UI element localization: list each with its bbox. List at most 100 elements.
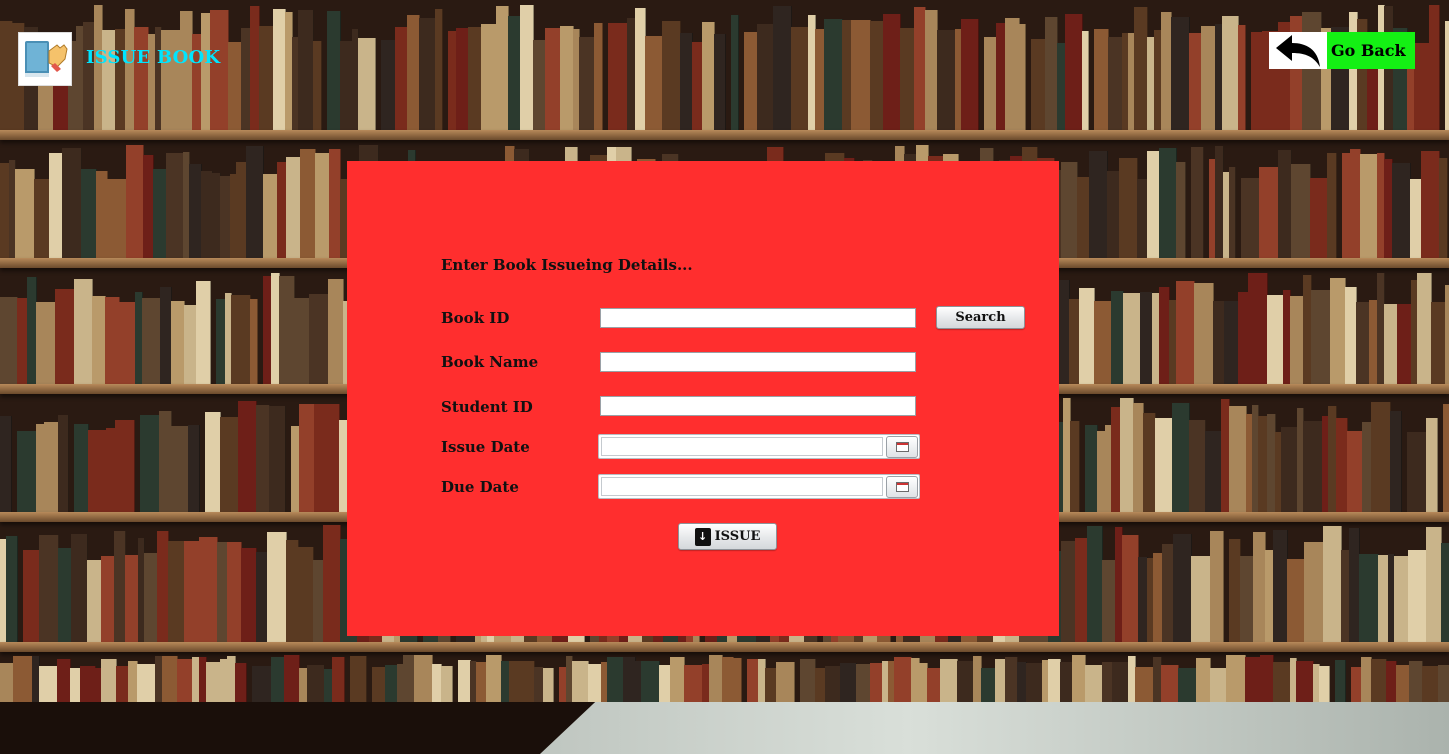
book-spine	[1123, 293, 1141, 386]
book-spine	[608, 23, 628, 132]
book-spine	[1210, 668, 1227, 702]
book-spine	[81, 169, 97, 260]
book-spine	[1296, 661, 1314, 702]
book-spine	[284, 655, 300, 702]
book-spine	[1371, 402, 1391, 514]
book-spine	[126, 145, 144, 260]
book-spine	[1026, 663, 1043, 702]
book-spine	[0, 663, 14, 702]
book-spine	[800, 659, 816, 702]
book-spine	[545, 28, 561, 132]
book-spine	[543, 668, 554, 702]
book-spine	[1061, 162, 1078, 260]
book-spine	[162, 656, 178, 702]
book-spine	[62, 148, 82, 260]
book-spine	[228, 42, 242, 132]
issue-date-calendar-button[interactable]	[886, 436, 918, 458]
book-spine	[101, 556, 115, 644]
book-spine	[1281, 427, 1298, 514]
book-spine	[327, 11, 341, 132]
book-spine	[1384, 304, 1398, 386]
book-spine	[894, 657, 912, 702]
book-spine	[1438, 665, 1449, 702]
book-id-input[interactable]	[600, 308, 916, 328]
book-spine	[825, 666, 841, 702]
book-spine	[74, 424, 89, 514]
book-spine	[435, 9, 443, 132]
book-spine	[937, 30, 956, 132]
book-spine	[731, 15, 739, 132]
book-spine	[714, 34, 726, 132]
book-spine	[1359, 554, 1379, 644]
book-spine	[184, 541, 200, 644]
due-date-calendar-button[interactable]	[886, 476, 918, 498]
book-spine	[206, 662, 221, 702]
book-spine	[381, 40, 396, 132]
book-spine	[168, 541, 185, 644]
issue-date-picker	[598, 434, 920, 459]
book-spine	[1135, 667, 1154, 702]
book-spine	[1335, 660, 1346, 702]
book-spine	[560, 26, 574, 132]
book-spine	[144, 553, 158, 644]
book-spine	[17, 431, 37, 514]
book-spine	[670, 657, 685, 702]
book-spine	[1122, 535, 1139, 644]
book-spine	[1194, 283, 1214, 386]
student-id-label: Student ID	[441, 398, 533, 416]
book-spine	[1371, 659, 1387, 702]
due-date-input[interactable]	[601, 477, 883, 496]
book-spine	[481, 24, 497, 132]
book-spine	[1408, 550, 1427, 644]
book-spine	[44, 422, 59, 514]
book-spine	[252, 666, 272, 702]
book-spine	[269, 406, 286, 514]
book-spine	[1245, 657, 1261, 702]
book-spine	[757, 24, 774, 132]
book-spine	[1155, 418, 1173, 514]
search-button[interactable]: Search	[936, 306, 1025, 329]
book-spine	[851, 20, 871, 132]
book-spine	[1409, 661, 1423, 702]
book-spine	[171, 301, 185, 386]
book-spine	[350, 656, 367, 702]
book-spine	[250, 299, 258, 386]
book-spine	[58, 548, 72, 644]
book-spine	[607, 657, 624, 702]
book-spine	[1278, 150, 1292, 260]
book-spine	[107, 179, 127, 260]
calendar-icon	[895, 482, 909, 492]
book-spine	[323, 525, 341, 644]
book-spine	[1443, 404, 1449, 514]
due-date-picker	[598, 474, 920, 499]
book-spine	[92, 296, 106, 386]
book-spine	[509, 661, 525, 702]
book-spine	[1441, 543, 1449, 644]
book-spine	[58, 415, 69, 514]
book-id-label: Book ID	[441, 309, 510, 327]
book-spine	[824, 19, 843, 132]
issue-date-input[interactable]	[601, 437, 883, 456]
issue-form-panel: Enter Book Issueing Details... Book ID S…	[347, 161, 1059, 636]
book-spine	[1319, 666, 1330, 702]
book-spine	[263, 174, 278, 260]
student-id-input[interactable]	[600, 396, 916, 416]
book-spine	[1112, 662, 1129, 702]
book-spine	[267, 532, 287, 644]
go-back-button[interactable]: Go Back	[1269, 32, 1415, 69]
book-spine	[309, 294, 329, 386]
book-spine	[298, 547, 314, 644]
book-spine	[1397, 304, 1412, 386]
book-spine	[1291, 164, 1311, 260]
book-spine	[294, 298, 310, 386]
book-spine	[594, 23, 603, 132]
book-spine	[1065, 14, 1083, 132]
book-spine	[137, 664, 156, 702]
book-spine	[1087, 526, 1103, 644]
book-spine	[1240, 556, 1254, 644]
book-name-input[interactable]	[600, 352, 916, 372]
issue-button[interactable]: ↓ ISSUE	[678, 523, 777, 550]
book-spine	[0, 416, 12, 514]
book-spine	[140, 415, 160, 514]
book-spine	[227, 542, 242, 644]
